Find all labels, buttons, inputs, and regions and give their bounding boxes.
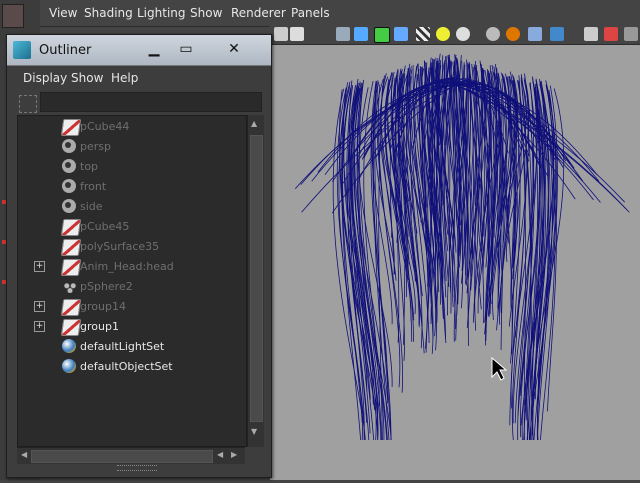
- outliner-item[interactable]: polySurface35: [18, 237, 246, 257]
- outliner-item-label: group1: [80, 320, 119, 333]
- outliner-item-label: pCube45: [80, 220, 129, 233]
- window-title: Outliner: [39, 43, 91, 58]
- outliner-list[interactable]: pCube44 persp top front side pCube45 polySurfa…: [17, 115, 247, 447]
- menu-renderer[interactable]: Renderer: [231, 6, 286, 20]
- menu-lighting[interactable]: Lighting: [137, 6, 186, 20]
- filter-input[interactable]: [40, 92, 262, 112]
- maximize-button[interactable]: ▭: [173, 39, 199, 59]
- mesh-icon: [61, 319, 81, 336]
- high-quality-icon[interactable]: [486, 27, 500, 41]
- outliner-item-label: pSphere2: [80, 280, 133, 293]
- mesh-icon: [61, 239, 81, 256]
- outliner-item[interactable]: front: [18, 177, 246, 197]
- expand-icon[interactable]: +: [34, 261, 45, 272]
- resolution-gate-icon[interactable]: [604, 27, 618, 41]
- outliner-item-label: group14: [80, 300, 126, 313]
- menu-panels[interactable]: Panels: [291, 6, 330, 20]
- default-material-icon[interactable]: [394, 27, 408, 41]
- textured-icon[interactable]: [416, 27, 430, 41]
- outliner-item[interactable]: pSphere2: [18, 277, 246, 297]
- grid-icon[interactable]: [584, 27, 598, 41]
- shadows-icon[interactable]: [456, 27, 470, 41]
- mesh-icon: [61, 259, 81, 276]
- mesh-icon: [61, 219, 81, 236]
- outliner-item[interactable]: pCube44: [18, 117, 246, 137]
- outliner-item-label: front: [80, 180, 106, 193]
- scroll-left-end-icon[interactable]: ◀: [217, 450, 223, 459]
- expand-icon[interactable]: +: [34, 301, 45, 312]
- horizontal-scrollbar[interactable]: ◀ ◀ ▶: [17, 447, 245, 464]
- sphere-icon: [62, 281, 78, 293]
- outliner-item[interactable]: pCube45: [18, 217, 246, 237]
- set-icon: [62, 359, 76, 373]
- outliner-item-label: persp: [80, 140, 111, 153]
- select-tool-icon[interactable]: [2, 4, 24, 28]
- outliner-item-label: top: [80, 160, 98, 173]
- minimize-button[interactable]: ▁: [141, 39, 167, 59]
- smooth-shade-icon[interactable]: [354, 27, 368, 41]
- expand-icon[interactable]: +: [34, 321, 45, 332]
- outliner-item[interactable]: + group14: [18, 297, 246, 317]
- camera-icon: [62, 159, 76, 173]
- camera-icon: [62, 179, 76, 193]
- film-gate-icon[interactable]: [624, 27, 638, 41]
- menu-shading[interactable]: Shading: [84, 6, 133, 20]
- title-bar[interactable]: Outliner ▁ ▭ ✕: [7, 35, 271, 66]
- horizontal-scroll-thumb[interactable]: [31, 450, 213, 463]
- mesh-icon: [61, 119, 81, 136]
- wireframe-icon[interactable]: [336, 27, 350, 41]
- perspective-viewport[interactable]: [270, 45, 640, 480]
- camera-icon: [62, 199, 76, 213]
- vertical-scrollbar[interactable]: ▲ ▼: [247, 115, 264, 447]
- xray-icon[interactable]: [506, 27, 520, 41]
- scroll-left-icon[interactable]: ◀: [21, 450, 27, 459]
- set-icon: [62, 339, 76, 353]
- outliner-item[interactable]: persp: [18, 137, 246, 157]
- panel-menu-bar: View Shading Lighting Show Renderer Pane…: [40, 0, 640, 27]
- outliner-item[interactable]: side: [18, 197, 246, 217]
- mouse-cursor-icon: [270, 45, 640, 480]
- vertical-scroll-thumb[interactable]: [250, 135, 263, 422]
- camera-attributes-icon[interactable]: [274, 27, 288, 41]
- outliner-item[interactable]: defaultLightSet: [18, 337, 246, 357]
- outliner-item-label: pCube44: [80, 120, 129, 133]
- use-all-lights-icon[interactable]: [436, 27, 450, 41]
- outliner-menu-bar: Display Show Help: [7, 66, 271, 88]
- outliner-item[interactable]: defaultObjectSet: [18, 357, 246, 377]
- menu-view[interactable]: View: [49, 6, 77, 20]
- panel-toolbar: [270, 26, 640, 45]
- outliner-item-label: Anim_Head:head: [80, 260, 174, 273]
- outliner-window[interactable]: Outliner ▁ ▭ ✕ Display Show Help pCube44…: [6, 34, 272, 478]
- outliner-item-label: defaultObjectSet: [80, 360, 173, 373]
- menu-show[interactable]: Show: [71, 71, 103, 85]
- outliner-item-label: defaultLightSet: [80, 340, 164, 353]
- outliner-item-label: polySurface35: [80, 240, 159, 253]
- menu-show[interactable]: Show: [190, 6, 222, 20]
- text-icon[interactable]: [290, 27, 304, 41]
- scroll-down-icon[interactable]: ▼: [251, 427, 257, 436]
- outliner-item[interactable]: top: [18, 157, 246, 177]
- menu-display[interactable]: Display: [23, 71, 67, 85]
- menu-help[interactable]: Help: [111, 71, 138, 85]
- outliner-item-label: side: [80, 200, 103, 213]
- scroll-up-icon[interactable]: ▲: [251, 119, 257, 128]
- camera-icon: [62, 139, 76, 153]
- isolate-icon[interactable]: [528, 27, 542, 41]
- scroll-right-icon[interactable]: ▶: [231, 450, 237, 459]
- resize-grip[interactable]: [117, 465, 157, 471]
- outliner-item[interactable]: + group1: [18, 317, 246, 337]
- mesh-icon: [61, 299, 81, 316]
- outliner-item[interactable]: + Anim_Head:head: [18, 257, 246, 277]
- filter-icon[interactable]: [19, 95, 37, 113]
- maya-logo-icon: [13, 41, 31, 59]
- xray-joints-icon[interactable]: [550, 27, 564, 41]
- close-button[interactable]: ✕: [221, 39, 247, 59]
- wireframe-on-shaded-icon[interactable]: [374, 27, 390, 43]
